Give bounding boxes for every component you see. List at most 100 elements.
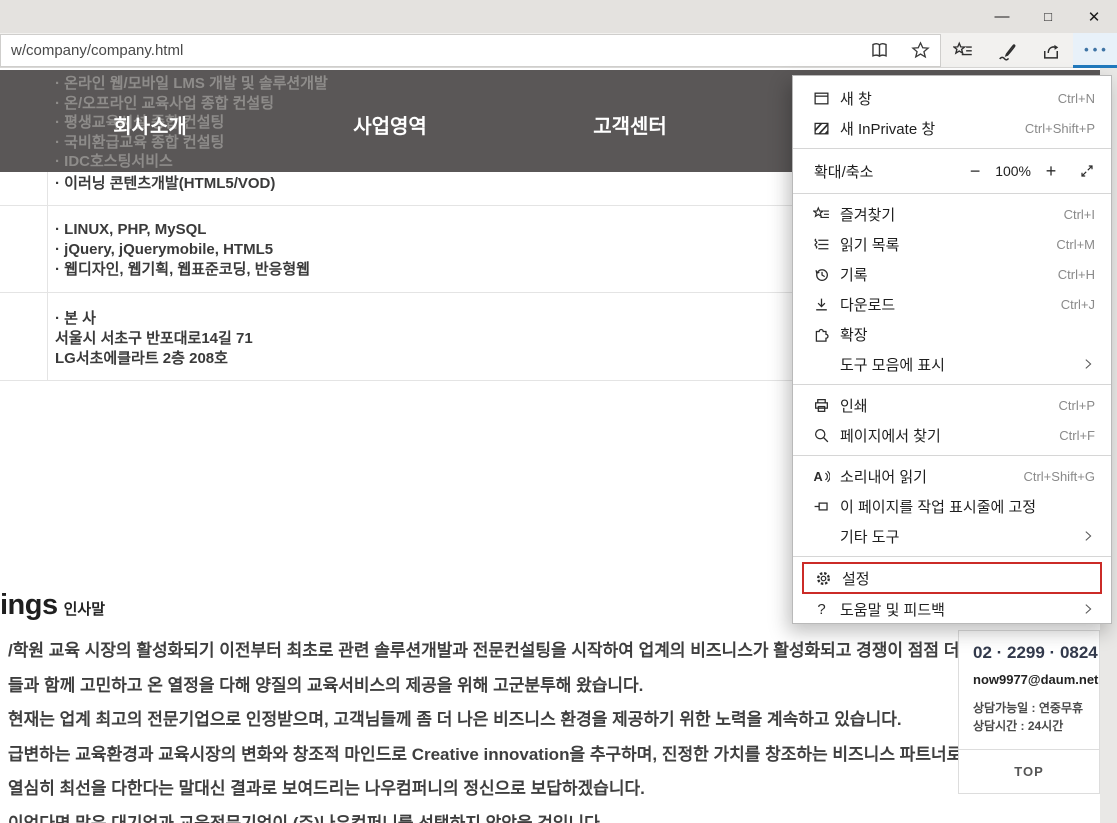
greeting-line: 급변하는 교육환경과 교육시장의 변화와 창조적 마인드로 Creative i… [8, 738, 978, 773]
menu-item-new-window[interactable]: 새 창 Ctrl+N [793, 83, 1111, 113]
zoom-value: 100% [995, 163, 1031, 179]
greeting-heading: ings 인사말 [0, 589, 105, 622]
greeting-title-en: ings [0, 589, 58, 621]
add-favorite-star-icon[interactable] [911, 41, 930, 60]
history-icon [813, 266, 830, 283]
hub-favorites-button[interactable] [941, 33, 985, 68]
close-button[interactable]: ✕ [1071, 0, 1117, 33]
more-actions-icon: ••• [1080, 42, 1110, 57]
new-window-icon [813, 90, 830, 107]
search-icon [813, 427, 830, 444]
menu-item-favorites[interactable]: 즐겨찾기 Ctrl+I [793, 199, 1111, 229]
menu-item-shortcut: Ctrl+P [1059, 398, 1095, 413]
menu-item-label: 도움말 및 피드백 [840, 599, 1081, 620]
maximize-button[interactable]: □ [1025, 0, 1071, 33]
menu-item-new-inprivate-window[interactable]: 새 InPrivate 창 Ctrl+Shift+P [793, 113, 1111, 143]
menu-item-label: 확장 [840, 324, 1095, 345]
service-item: · 평생교육시설 종합 컨설팅 [55, 113, 328, 133]
menu-separator [793, 384, 1111, 385]
zoom-out-button[interactable]: − [963, 161, 987, 182]
menu-item-label: 도구 모음에 표시 [840, 354, 1081, 375]
menu-item-history[interactable]: 기록 Ctrl+H [793, 259, 1111, 289]
menu-separator [793, 455, 1111, 456]
menu-item-read-aloud[interactable]: A 소리내어 읽기 Ctrl+Shift+G [793, 461, 1111, 491]
menu-item-extensions[interactable]: 확장 [793, 319, 1111, 349]
web-note-button[interactable] [985, 33, 1029, 68]
menu-item-label: 이 페이지를 작업 표시줄에 고정 [840, 496, 1095, 517]
menu-separator [793, 556, 1111, 557]
menu-item-pin-to-taskbar[interactable]: 이 페이지를 작업 표시줄에 고정 [793, 491, 1111, 521]
menu-item-reading-list[interactable]: 읽기 목록 Ctrl+M [793, 229, 1111, 259]
greeting-line: /학원 교육 시장의 활성화되기 이전부터 최초로 관련 솔루션개발과 전문컨설… [8, 634, 978, 669]
menu-item-show-in-toolbar[interactable]: 도구 모음에 표시 [793, 349, 1111, 379]
zoom-label: 확대/축소 [814, 161, 963, 182]
greeting-line: 열심히 최선을 다한다는 말대신 결과로 보여드리는 나우컴퍼니의 정신으로 보… [8, 772, 978, 807]
nav-business-area[interactable]: 사업영역 [353, 110, 427, 139]
menu-item-settings[interactable]: 설정 [804, 564, 1100, 592]
tech-item: · LINUX, PHP, MySQL [55, 220, 310, 240]
chevron-right-icon [1081, 529, 1095, 543]
contact-widget: 02 · 2299 · 0824 now9977@daum.net 상담가능일 … [958, 630, 1100, 794]
menu-item-label: 읽기 목록 [840, 234, 1056, 255]
address-block: · 본 사 서울시 서초구 반포대로14길 71 LG서초에클라트 2층 208… [55, 309, 253, 369]
menu-item-label: 인쇄 [840, 395, 1059, 416]
menu-item-label: 페이지에서 찾기 [840, 425, 1059, 446]
service-item: · 국비환급교육 종합 컨설팅 [55, 133, 328, 153]
more-actions-button[interactable]: ••• [1073, 33, 1117, 68]
downloads-icon [813, 296, 830, 313]
fullscreen-button[interactable] [1079, 163, 1095, 179]
browser-more-menu: 새 창 Ctrl+N 새 InPrivate 창 Ctrl+Shift+P 확대… [792, 75, 1112, 624]
chevron-right-icon [1081, 602, 1095, 616]
nav-customer-center[interactable]: 고객센터 [593, 110, 667, 139]
menu-item-shortcut: Ctrl+I [1064, 207, 1095, 222]
zoom-in-button[interactable]: + [1039, 161, 1063, 182]
maximize-icon: □ [1044, 9, 1052, 24]
minimize-button[interactable]: — [979, 0, 1025, 33]
scroll-top-button[interactable]: TOP [958, 750, 1100, 794]
url-text[interactable]: w/company/company.html [11, 42, 870, 59]
menu-separator [793, 148, 1111, 149]
nav-company-intro[interactable]: 회사소개 [113, 110, 187, 139]
greeting-line: 이었다면 많은 대기업과 교육전문기업이 (주)나우컴퍼니를 선택하지 않았을 … [8, 807, 978, 823]
tech-list: · LINUX, PHP, MySQL · jQuery, jQuerymobi… [55, 220, 310, 280]
menu-item-help-feedback[interactable]: ? 도움말 및 피드백 [793, 594, 1111, 624]
print-icon [813, 397, 830, 414]
menu-item-label: 설정 [842, 568, 1093, 589]
screen: — □ ✕ w/company/company.html [0, 0, 1117, 823]
menu-item-more-tools[interactable]: 기타 도구 [793, 521, 1111, 551]
pin-icon [813, 498, 830, 515]
contact-days: 상담가능일 : 연중무휴 [973, 699, 1085, 717]
menu-item-find-on-page[interactable]: 페이지에서 찾기 Ctrl+F [793, 420, 1111, 450]
tech-item: · 웹디자인, 웹기획, 웹표준코딩, 반응형웹 [55, 260, 310, 280]
greeting-paragraphs: /학원 교육 시장의 활성화되기 이전부터 최초로 관련 솔루션개발과 전문컨설… [8, 634, 978, 823]
service-item: · IDC호스팅서비스 [55, 152, 328, 172]
menu-item-label: 다운로드 [840, 294, 1061, 315]
greeting-line: 들과 함께 고민하고 온 열정을 다해 양질의 교육서비스의 제공을 위해 고군… [8, 669, 978, 704]
address-bar[interactable]: w/company/company.html [0, 34, 941, 67]
menu-item-label: 즐겨찾기 [840, 204, 1064, 225]
menu-item-label: 새 InPrivate 창 [840, 118, 1025, 139]
gear-icon [815, 570, 832, 587]
menu-item-downloads[interactable]: 다운로드 Ctrl+J [793, 289, 1111, 319]
menu-item-zoom: 확대/축소 − 100% + [793, 154, 1111, 188]
share-button[interactable] [1029, 33, 1073, 68]
menu-item-label: 기록 [840, 264, 1058, 285]
greeting-title-ko: 인사말 [64, 601, 105, 618]
chevron-right-icon [1081, 357, 1095, 371]
menu-item-label: 소리내어 읽기 [840, 466, 1023, 487]
fullscreen-icon [1079, 163, 1095, 179]
reading-view-icon[interactable] [870, 41, 889, 60]
menu-item-shortcut: Ctrl+F [1059, 428, 1095, 443]
menu-item-print[interactable]: 인쇄 Ctrl+P [793, 390, 1111, 420]
address-line: 서울시 서초구 반포대로14길 71 [55, 329, 253, 349]
menu-item-shortcut: Ctrl+Shift+G [1023, 469, 1095, 484]
help-icon: ? [813, 601, 830, 618]
minimize-icon: — [995, 8, 1010, 25]
service-item: · 온/오프라인 교육사업 종합 컨설팅 [55, 94, 328, 114]
contact-email: now9977@daum.net [973, 672, 1085, 687]
settings-annotation-box: 설정 [802, 562, 1102, 594]
extensions-icon [813, 326, 830, 343]
menu-item-shortcut: Ctrl+M [1056, 237, 1095, 252]
address-bar-row: w/company/company.html [0, 33, 1117, 68]
address-line: LG서초에클라트 2층 208호 [55, 349, 253, 369]
